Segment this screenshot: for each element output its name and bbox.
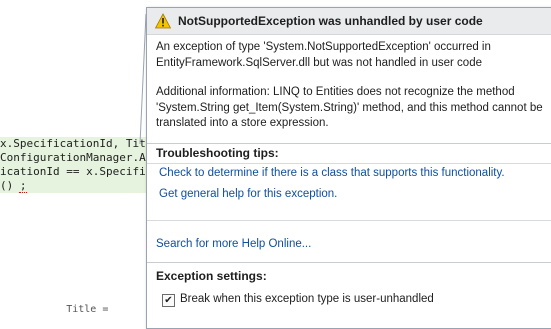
additional-line-1: Additional information: LINQ to Entities… [156, 86, 515, 98]
troubleshooting-tips-list: Check to determine if there is a class t… [147, 163, 551, 221]
exception-message: An exception of type 'System.NotSupporte… [156, 40, 551, 132]
exception-settings-title: Exception settings: [156, 269, 267, 283]
additional-line-3: translated into a store expression. [156, 117, 329, 129]
troubleshooting-title: Troubleshooting tips: [156, 146, 279, 160]
code-line-2: ConfigurationManager.Ap [0, 151, 150, 165]
additional-information: Additional information: LINQ to Entities… [156, 85, 551, 132]
message-line-1: An exception of type 'System.NotSupporte… [156, 41, 491, 53]
break-checkbox-label[interactable]: Break when this exception type is user-u… [180, 293, 434, 305]
exception-helper-popup: NotSupportedException was unhandled by u… [146, 7, 551, 329]
additional-line-2: 'System.String get_Item(System.String)' … [156, 101, 543, 114]
break-checkbox[interactable]: ✔ [162, 294, 175, 307]
message-line-2: EntityFramework.SqlServer.dll but was no… [156, 56, 482, 69]
divider [147, 143, 551, 144]
exception-description: An exception of type 'System.NotSupporte… [156, 40, 551, 71]
popup-title: NotSupportedException was unhandled by u… [178, 14, 483, 28]
popup-header: NotSupportedException was unhandled by u… [147, 8, 551, 35]
divider [147, 262, 551, 263]
error-squiggle [19, 190, 27, 193]
tip-link-general-help[interactable]: Get general help for this exception. [159, 188, 337, 200]
tip-link-class-support[interactable]: Check to determine if there is a class t… [159, 167, 505, 179]
search-help-online-link[interactable]: Search for more Help Online... [156, 238, 311, 250]
code-line-fragment: Title = [0, 304, 109, 315]
code-line-1: x.SpecificationId, Titl [0, 137, 150, 151]
warning-triangle-icon [155, 13, 171, 29]
code-line-3: icationId == x.Specific [0, 165, 150, 179]
